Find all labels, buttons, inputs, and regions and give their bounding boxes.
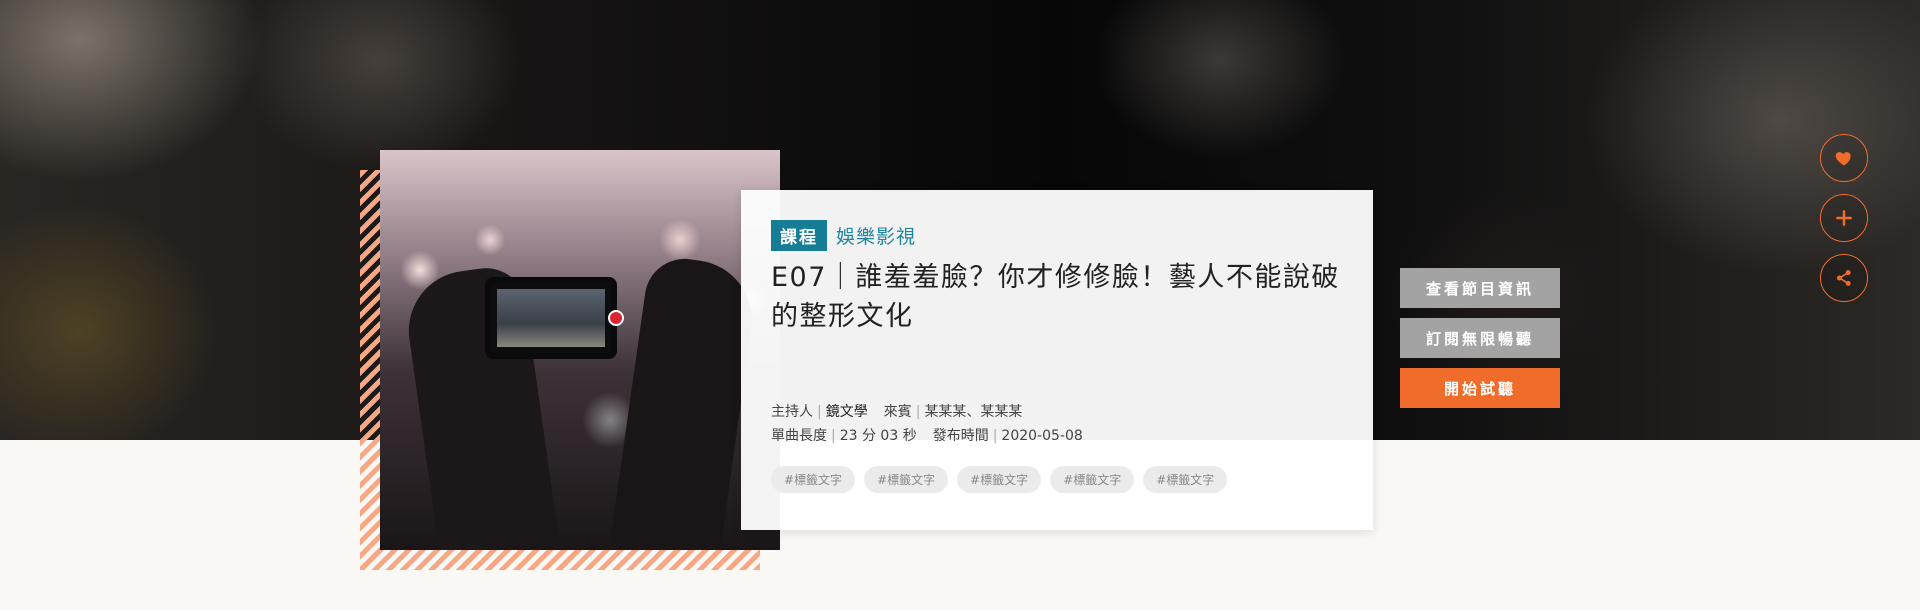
host-label: 主持人	[771, 404, 813, 420]
category-link[interactable]: 娛樂影視	[836, 222, 916, 249]
meta-row-time: 單曲長度 | 23 分 03 秒發布時間 | 2020-05-08	[771, 424, 1083, 448]
meta-row-people: 主持人 | 鏡文學 來賓 | 某某某、某某某	[771, 400, 1083, 424]
cover-hand-right	[610, 253, 760, 550]
add-to-list-button[interactable]	[1820, 194, 1868, 242]
meta-separator: |	[915, 404, 921, 420]
guest-value: 某某某、某某某	[924, 404, 1023, 420]
guest-label: 來賓	[883, 404, 912, 420]
cover-phone-screen	[497, 289, 605, 347]
tag-list: #標籤文字 #標籤文字 #標籤文字 #標籤文字 #標籤文字	[771, 466, 1236, 493]
tag-chip[interactable]: #標籤文字	[864, 466, 949, 493]
published-label: 發布時間	[932, 428, 989, 444]
meta-separator: |	[992, 428, 998, 444]
cover-phone	[485, 277, 617, 359]
episode-title: E07｜誰羞羞臉？你才修修臉！藝人不能說破的整形文化	[771, 262, 1340, 332]
length-value: 23 分 03 秒	[839, 428, 917, 444]
plus-icon	[1836, 210, 1852, 226]
tag-chip[interactable]: #標籤文字	[1050, 466, 1135, 493]
share-icon	[1836, 270, 1851, 286]
tag-chip[interactable]: #標籤文字	[957, 466, 1042, 493]
tag-chip[interactable]: #標籤文字	[1143, 466, 1228, 493]
host-value: 鏡文學	[825, 404, 868, 420]
meta-separator: |	[817, 404, 822, 420]
favorite-button[interactable]	[1820, 134, 1868, 182]
action-buttons: 查看節目資訊 訂閱無限暢聽 開始試聽	[1400, 268, 1560, 418]
episode-meta: 主持人 | 鏡文學 來賓 | 某某某、某某某 單曲長度 | 23 分 03 秒發布時間 | 202…	[771, 400, 1083, 448]
badge-row: 課程 娛樂影視	[771, 220, 916, 251]
start-trial-button[interactable]: 開始試聽	[1400, 368, 1560, 408]
share-button[interactable]	[1820, 254, 1868, 302]
episode-cover-image	[380, 150, 780, 550]
meta-separator: |	[831, 428, 836, 444]
length-label: 單曲長度	[771, 428, 827, 444]
type-badge: 課程	[771, 220, 827, 251]
tag-chip[interactable]: #標籤文字	[771, 466, 856, 493]
heart-icon	[1835, 152, 1851, 166]
cover-record-dot	[608, 310, 624, 326]
program-info-button[interactable]: 查看節目資訊	[1400, 268, 1560, 308]
side-toolbar	[1820, 134, 1868, 314]
subscribe-button[interactable]: 訂閱無限暢聽	[1400, 318, 1560, 358]
published-value: 2020-05-08	[1001, 428, 1083, 444]
episode-info-card: 課程 娛樂影視 E07｜誰羞羞臉？你才修修臉！藝人不能說破的整形文化 主持人 | 鏡…	[741, 190, 1373, 530]
